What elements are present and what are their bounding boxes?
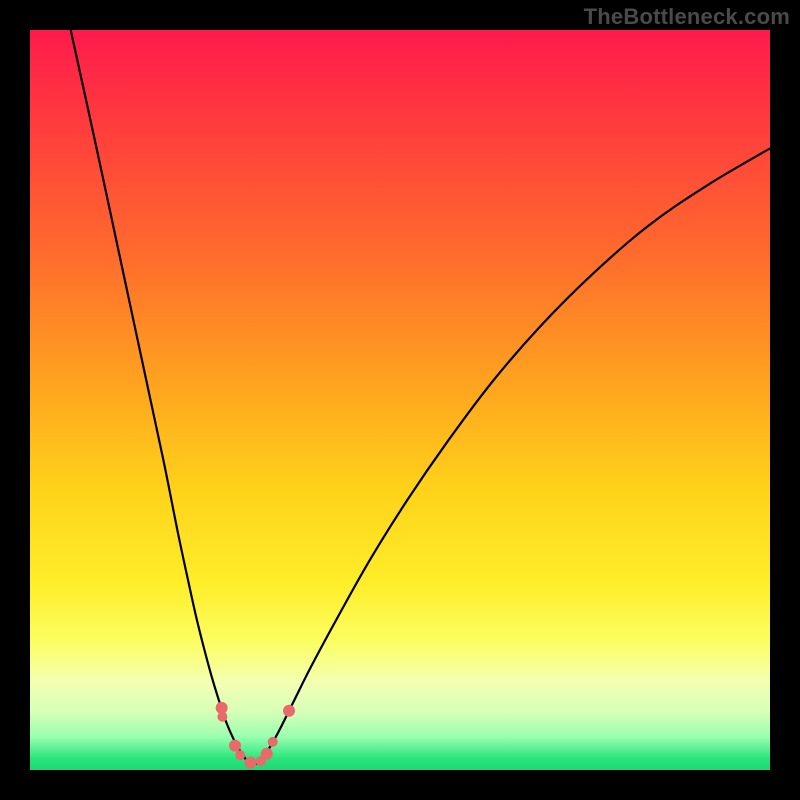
- plot-area: [30, 30, 770, 770]
- data-marker: [283, 705, 295, 717]
- data-marker: [235, 750, 245, 760]
- gradient-rect: [30, 30, 770, 770]
- outer-frame: TheBottleneck.com: [0, 0, 800, 800]
- data-marker: [245, 757, 257, 769]
- data-marker: [268, 737, 278, 747]
- chart-svg: [30, 30, 770, 770]
- data-marker: [261, 748, 273, 760]
- data-marker: [229, 740, 241, 752]
- data-marker: [217, 712, 227, 722]
- watermark-text: TheBottleneck.com: [584, 4, 790, 30]
